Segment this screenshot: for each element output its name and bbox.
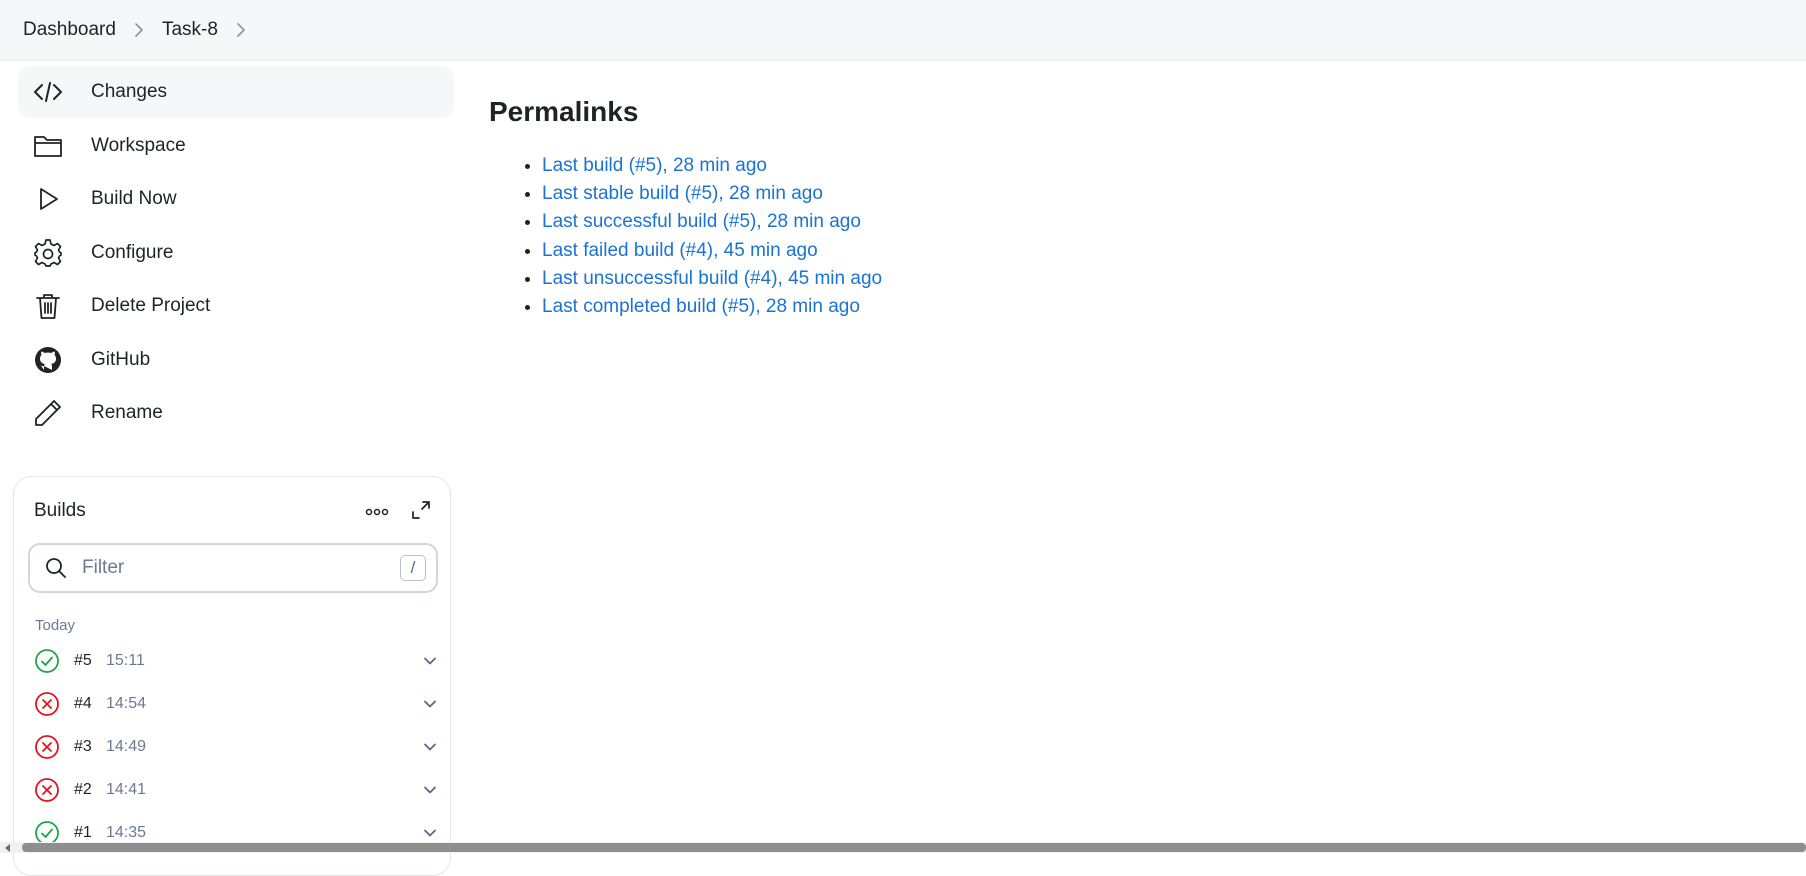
breadcrumb: Dashboard Task-8 bbox=[23, 0, 264, 60]
chevron-down-icon[interactable] bbox=[422, 653, 438, 669]
build-group-label: Today bbox=[35, 617, 76, 634]
permalinks-list: Last build (#5), 28 min ago Last stable … bbox=[489, 152, 882, 321]
list-item: Last unsuccessful build (#4), 45 min ago bbox=[542, 265, 882, 293]
list-item: Last build (#5), 28 min ago bbox=[542, 152, 882, 180]
search-icon bbox=[46, 558, 66, 578]
build-time: 14:35 bbox=[106, 824, 147, 841]
build-time: 15:11 bbox=[106, 652, 145, 669]
menu-item-changes[interactable]: Changes bbox=[18, 66, 454, 118]
scrollbar-thumb[interactable] bbox=[22, 843, 1806, 852]
play-icon bbox=[33, 184, 63, 214]
menu-item-label: Changes bbox=[91, 81, 168, 102]
top-bar: Dashboard Task-8 bbox=[0, 0, 1806, 61]
menu-item-label: Configure bbox=[91, 241, 174, 263]
permalink-last-failed-build[interactable]: Last failed build (#4), 45 min ago bbox=[542, 240, 818, 261]
list-item: Last failed build (#4), 45 min ago bbox=[542, 237, 882, 265]
menu-item-label: Workspace bbox=[91, 134, 186, 156]
filter-box: / bbox=[28, 543, 438, 593]
chevron-right-icon[interactable] bbox=[116, 0, 162, 60]
menu-item-github[interactable]: GitHub bbox=[18, 334, 454, 386]
folder-icon bbox=[33, 131, 63, 161]
menu-item-delete-project[interactable]: Delete Project bbox=[18, 280, 454, 332]
keyboard-shortcut-hint: / bbox=[400, 555, 426, 581]
chevron-down-icon[interactable] bbox=[422, 739, 438, 755]
build-time: 14:41 bbox=[106, 781, 147, 798]
failed-x-icon bbox=[35, 778, 59, 802]
scroll-left-arrow-icon[interactable] bbox=[4, 844, 12, 852]
failed-x-icon bbox=[35, 735, 59, 759]
build-number[interactable]: #1 bbox=[74, 824, 106, 842]
chevron-right-icon[interactable] bbox=[218, 0, 264, 60]
expand-icon[interactable] bbox=[410, 499, 432, 521]
failed-x-icon bbox=[35, 692, 59, 716]
permalink-last-unsuccessful-build[interactable]: Last unsuccessful build (#4), 45 min ago bbox=[542, 268, 882, 289]
list-item: Last stable build (#5), 28 min ago bbox=[542, 180, 882, 208]
build-number[interactable]: #5 bbox=[74, 652, 106, 670]
success-check-icon bbox=[35, 649, 59, 673]
builds-widget: Builds / Today #5 15:11 #4 14:54 bbox=[13, 476, 451, 876]
build-time: 14:49 bbox=[106, 738, 147, 755]
list-item: Last successful build (#5), 28 min ago bbox=[542, 208, 882, 236]
breadcrumb-task-8[interactable]: Task-8 bbox=[162, 19, 218, 41]
build-row[interactable]: #2 14:41 bbox=[34, 770, 436, 810]
list-item: Last completed build (#5), 28 min ago bbox=[542, 293, 882, 321]
more-options-icon[interactable] bbox=[364, 505, 390, 519]
permalink-last-completed-build[interactable]: Last completed build (#5), 28 min ago bbox=[542, 296, 860, 317]
main-content: Permalinks Last build (#5), 28 min ago L… bbox=[489, 96, 882, 321]
build-row[interactable]: #3 14:49 bbox=[34, 727, 436, 767]
menu-item-label: Build Now bbox=[91, 188, 177, 209]
chevron-down-icon[interactable] bbox=[422, 825, 438, 841]
trash-icon bbox=[33, 291, 63, 321]
page-title: Permalinks bbox=[489, 96, 639, 127]
build-row[interactable]: #5 15:11 bbox=[34, 641, 436, 681]
menu-item-label: Delete Project bbox=[91, 295, 211, 316]
build-number[interactable]: #2 bbox=[74, 781, 106, 799]
menu-item-label: Rename bbox=[91, 402, 163, 423]
menu-item-build-now[interactable]: Build Now bbox=[18, 173, 454, 225]
menu-item-label: GitHub bbox=[91, 348, 151, 370]
permalink-last-build[interactable]: Last build (#5), 28 min ago bbox=[542, 155, 767, 176]
breadcrumb-dashboard[interactable]: Dashboard bbox=[23, 19, 116, 41]
chevron-down-icon[interactable] bbox=[422, 696, 438, 712]
build-row[interactable]: #4 14:54 bbox=[34, 684, 436, 724]
pencil-icon bbox=[33, 398, 63, 428]
gear-icon bbox=[33, 238, 63, 268]
side-menu: Changes Workspace Build Now Configure De… bbox=[18, 66, 454, 441]
builds-title: Builds bbox=[34, 500, 86, 521]
code-icon bbox=[33, 77, 63, 107]
permalink-last-successful-build[interactable]: Last successful build (#5), 28 min ago bbox=[542, 211, 861, 232]
menu-item-configure[interactable]: Configure bbox=[18, 227, 454, 279]
filter-input[interactable] bbox=[80, 556, 400, 580]
build-number[interactable]: #3 bbox=[74, 738, 106, 756]
permalink-last-stable-build[interactable]: Last stable build (#5), 28 min ago bbox=[542, 183, 823, 204]
github-icon bbox=[33, 345, 63, 375]
menu-item-rename[interactable]: Rename bbox=[18, 387, 454, 439]
chevron-down-icon[interactable] bbox=[422, 782, 438, 798]
menu-item-workspace[interactable]: Workspace bbox=[18, 120, 454, 172]
build-number[interactable]: #4 bbox=[74, 695, 106, 713]
horizontal-scrollbar[interactable] bbox=[0, 842, 1806, 853]
build-time: 14:54 bbox=[106, 695, 147, 712]
